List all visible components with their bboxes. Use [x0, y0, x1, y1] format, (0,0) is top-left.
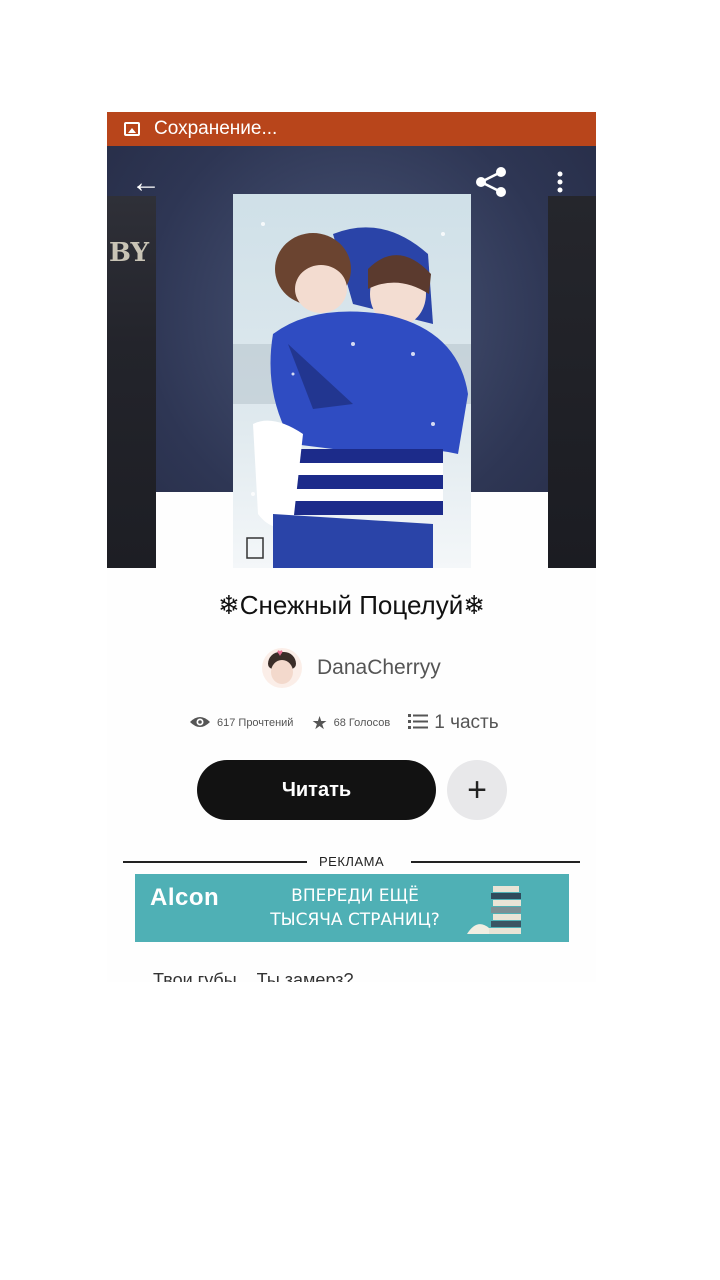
author-avatar[interactable]: ♥	[262, 648, 302, 688]
books-icon	[467, 886, 521, 934]
reads-stat: 617 Прочтений	[189, 713, 293, 734]
read-button[interactable]: Читать	[197, 760, 436, 820]
plus-icon: +	[467, 770, 487, 809]
cover-carousel[interactable]: BY ←	[107, 146, 596, 602]
votes-stat: ★ 68 Голосов	[311, 713, 390, 734]
story-stats: 617 Прочтений ★ 68 Голосов 1 часть	[189, 712, 517, 734]
heart-icon: ♥	[277, 648, 283, 659]
side-cover-text: BY	[109, 238, 150, 268]
share-icon[interactable]	[474, 166, 508, 204]
back-arrow-icon[interactable]: ←	[131, 168, 161, 198]
side-cover-right[interactable]	[548, 196, 596, 568]
more-vert-icon[interactable]	[555, 168, 565, 204]
story-title: ❄Снежный Поцелуй❄	[217, 590, 486, 620]
story-excerpt: Твои губы... Ты замерз?	[153, 970, 354, 982]
story-cover-image[interactable]	[233, 194, 471, 568]
author-name[interactable]: DanaCherryy	[317, 656, 441, 680]
story-detail-screen: Сохранение... BY ← ❄Снежный Поцелуй❄ ♥ D…	[107, 112, 596, 982]
parts-count: 1 часть	[434, 712, 499, 733]
reads-count: 617 Прочтений	[217, 717, 294, 729]
image-icon	[124, 122, 140, 136]
status-bar: Сохранение...	[107, 112, 596, 146]
list-icon	[408, 713, 429, 734]
ad-label: РЕКЛАМА	[319, 854, 385, 869]
eye-icon	[189, 713, 211, 734]
ad-brand: Alcon	[150, 884, 220, 911]
votes-count: 68 Голосов	[333, 717, 391, 729]
side-cover-left[interactable]: BY	[107, 196, 156, 568]
status-text: Сохранение...	[154, 118, 278, 139]
ad-divider: РЕКЛАМА	[123, 852, 580, 872]
ad-text-line2: ТЫСЯЧА СТРАНИЦ?	[270, 910, 440, 930]
star-icon: ★	[311, 712, 328, 733]
parts-stat[interactable]: 1 часть	[408, 712, 499, 734]
ad-banner[interactable]: Alcon ВПЕРЕДИ ЕЩЁ ТЫСЯЧА СТРАНИЦ?	[135, 874, 569, 942]
ad-text-line1: ВПЕРЕДИ ЕЩЁ	[291, 886, 419, 906]
add-to-library-button[interactable]: +	[447, 760, 507, 820]
ad-text: ВПЕРЕДИ ЕЩЁ ТЫСЯЧА СТРАНИЦ?	[265, 884, 445, 932]
author-row[interactable]: ♥ DanaCherryy	[262, 646, 441, 690]
